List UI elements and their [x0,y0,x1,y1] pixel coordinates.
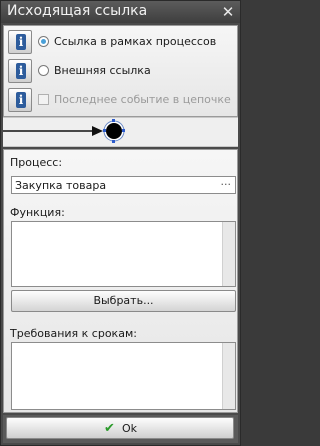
option-external-link: i Внешняя ссылка [8,59,237,83]
radio-external-link-label[interactable]: Внешняя ссылка [54,64,151,77]
process-value: Закупка товара [15,179,107,192]
function-field[interactable] [11,221,236,287]
option-last-event: i Последнее событие в цепочке [8,88,237,112]
info-icon: i [16,34,26,50]
link-diagram [3,117,238,147]
option-process-link: i Ссылка в рамках процессов [8,30,237,54]
ok-button[interactable]: ✔ Ok [6,417,234,439]
radio-process-link[interactable] [38,36,49,47]
checkbox-last-event-label: Последнее событие в цепочке [54,93,231,106]
radio-external-link[interactable] [38,65,49,76]
process-field[interactable]: Закупка товара ··· [11,176,236,194]
requirements-scrollbar[interactable] [222,343,235,409]
dialog-footer: ✔ Ok [3,415,238,443]
title-bar: Исходящая ссылка ✕ [1,1,240,23]
browse-icon[interactable]: ··· [221,178,232,191]
checkmark-icon: ✔ [104,421,115,436]
function-scrollbar[interactable] [222,222,235,286]
link-end-event-icon [3,119,125,143]
select-button[interactable]: Выбрать... [11,290,236,312]
window-title: Исходящая ссылка [7,3,148,19]
radio-process-link-label[interactable]: Ссылка в рамках процессов [54,35,216,48]
options-panel: i Ссылка в рамках процессов i Внешняя сс… [3,25,238,117]
process-label: Процесс: [10,156,63,169]
checkbox-last-event [38,94,49,105]
info-button[interactable]: i [8,59,32,83]
details-panel: Процесс: Закупка товара ··· Функция: Выб… [3,149,238,413]
function-label: Функция: [10,206,65,219]
info-icon: i [16,92,26,108]
requirements-label: Требования к срокам: [10,327,137,340]
info-button[interactable]: i [8,30,32,54]
outgoing-link-dialog: Исходящая ссылка ✕ i Ссылка в рамках про… [0,0,241,446]
requirements-field[interactable] [11,342,236,410]
ok-button-label: Ok [122,422,138,435]
info-button[interactable]: i [8,88,32,112]
info-icon: i [16,63,26,79]
close-icon[interactable]: ✕ [220,4,236,20]
